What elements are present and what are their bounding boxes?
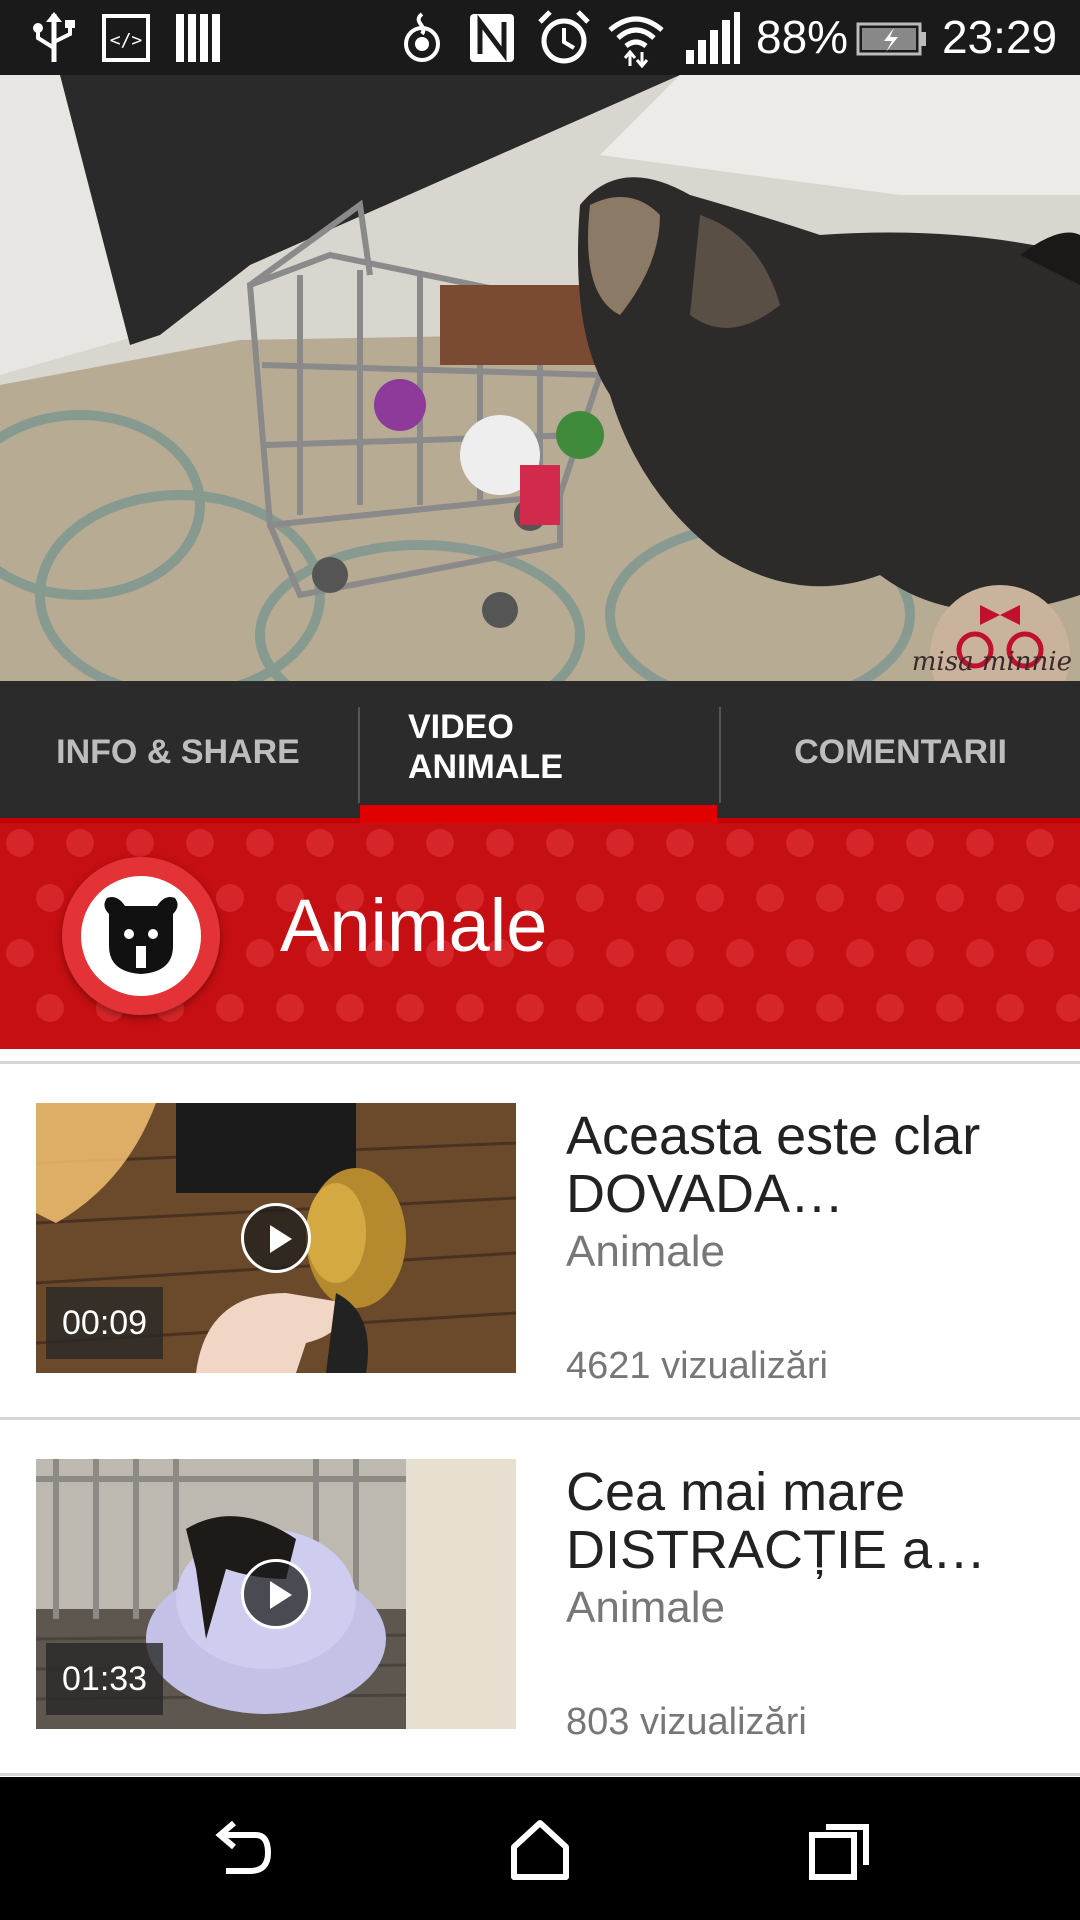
channel-avatar-inner bbox=[81, 876, 201, 996]
tab-info-share[interactable]: INFO & SHARE bbox=[0, 681, 356, 823]
tab-label: INFO & SHARE bbox=[56, 732, 300, 771]
video-channel: Animale bbox=[566, 1583, 725, 1632]
video-title[interactable]: Cea mai mare DISTRACȚIE a… bbox=[566, 1463, 1046, 1579]
channel-avatar[interactable] bbox=[62, 857, 220, 1015]
channel-banner: Animale bbox=[0, 823, 1080, 1049]
video-duration: 01:33 bbox=[46, 1643, 164, 1715]
tab-bar: INFO & SHARE VIDEO ANIMALE COMENTARII bbox=[0, 681, 1080, 823]
home-icon[interactable] bbox=[504, 1813, 576, 1885]
tab-label: COMENTARII bbox=[794, 732, 1007, 771]
wifi-icon bbox=[608, 16, 664, 68]
recents-icon[interactable] bbox=[804, 1813, 876, 1885]
channel-name: Animale bbox=[280, 884, 548, 967]
usb-icon bbox=[33, 12, 75, 62]
video-player[interactable]: misa minnie bbox=[0, 75, 1080, 681]
developer-icon: </> bbox=[102, 14, 150, 62]
hotspot-icon bbox=[404, 12, 440, 62]
video-title[interactable]: Aceasta este clar DOVADA… bbox=[566, 1107, 1046, 1223]
list-divider bbox=[0, 1773, 1080, 1776]
tab-label: VIDEO ANIMALE bbox=[408, 708, 563, 786]
play-icon[interactable] bbox=[241, 1203, 311, 1273]
signal-icon bbox=[686, 12, 740, 64]
alarm-icon bbox=[538, 10, 590, 64]
video-item[interactable]: 00:09 Aceasta este clar DOVADA… Animale … bbox=[0, 1067, 1080, 1423]
svg-text:</>: </> bbox=[110, 30, 143, 51]
list-divider bbox=[0, 1417, 1080, 1420]
navigation-bar bbox=[0, 1777, 1080, 1920]
barcode-icon bbox=[176, 14, 220, 62]
battery-percent: 88% bbox=[756, 11, 849, 63]
video-list: 00:09 Aceasta este clar DOVADA… Animale … bbox=[0, 1049, 1080, 1777]
active-tab-indicator bbox=[360, 805, 717, 823]
back-icon[interactable] bbox=[204, 1813, 276, 1885]
video-duration: 00:09 bbox=[46, 1287, 164, 1359]
video-views: 803 vizualizări bbox=[566, 1701, 807, 1743]
clock: 23:29 bbox=[942, 11, 1058, 63]
video-frame bbox=[0, 75, 1080, 681]
video-item[interactable]: 01:33 Cea mai mare DISTRACȚIE a… Animale… bbox=[0, 1423, 1080, 1779]
list-divider bbox=[0, 1061, 1080, 1064]
nfc-icon bbox=[470, 14, 514, 62]
play-icon[interactable] bbox=[241, 1559, 311, 1629]
channel-watermark: misa minnie bbox=[911, 647, 1072, 677]
video-thumbnail[interactable]: 00:09 bbox=[36, 1103, 516, 1373]
status-bar: </> 88% 23:29 bbox=[0, 0, 1080, 75]
tab-video-animale[interactable]: VIDEO ANIMALE bbox=[360, 681, 717, 823]
video-thumbnail[interactable]: 01:33 bbox=[36, 1459, 516, 1729]
tab-comentarii[interactable]: COMENTARII bbox=[721, 681, 1080, 823]
dog-icon bbox=[104, 897, 178, 974]
battery-charging-icon bbox=[856, 22, 926, 56]
video-channel: Animale bbox=[566, 1227, 725, 1276]
video-views: 4621 vizualizări bbox=[566, 1345, 828, 1387]
